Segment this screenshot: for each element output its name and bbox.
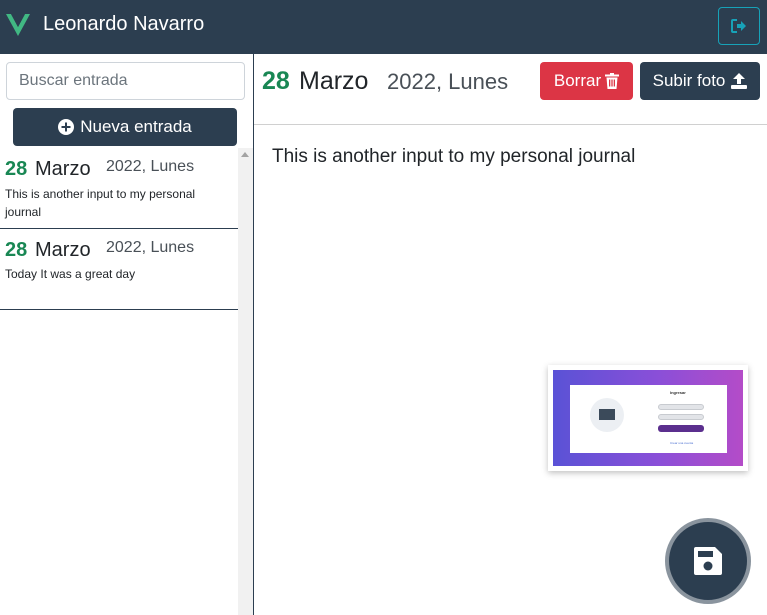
entry-textarea[interactable]: This is another input to my personal jou…: [272, 146, 752, 396]
image-monitor: [599, 409, 615, 420]
image-link: Crear una cuenta: [670, 441, 694, 445]
scrollbar[interactable]: [238, 148, 253, 615]
entry-list: 28 Marzo 2022, Lunes This is another inp…: [0, 148, 238, 615]
entry-header: 28 Marzo 2022, Lunes Borrar Subir foto: [254, 54, 767, 125]
entry-image: Ingresar Crear una cuenta: [548, 365, 748, 471]
search-input[interactable]: [6, 62, 245, 100]
entry-view: 28 Marzo 2022, Lunes Borrar Subir foto T…: [254, 54, 767, 615]
navbar: Leonardo Navarro: [0, 0, 767, 54]
delete-button[interactable]: Borrar: [540, 62, 633, 100]
scroll-up-arrow-icon[interactable]: [241, 152, 249, 157]
entry-day: 28: [5, 239, 28, 261]
vue-logo-icon: [6, 14, 30, 36]
entry-month: Marzo: [299, 67, 369, 95]
entry-day: 28: [5, 158, 28, 180]
entry-preview: This is another input to my personal jou…: [5, 187, 196, 219]
entry-year-weekday: 2022, Lunes: [106, 158, 195, 175]
upload-icon: [731, 73, 748, 89]
upload-label: Subir foto: [652, 71, 726, 90]
entry-month: Marzo: [35, 239, 91, 261]
new-entry-button[interactable]: Nueva entrada: [13, 108, 237, 146]
user-name: Leonardo Navarro: [43, 13, 205, 35]
entry-image-content: Ingresar Crear una cuenta: [553, 370, 743, 466]
image-title: Ingresar: [670, 390, 686, 395]
logout-button[interactable]: [718, 7, 760, 45]
trash-icon: [605, 73, 620, 89]
list-item[interactable]: 28 Marzo 2022, Lunes Today It was a grea…: [0, 229, 238, 310]
entry-day: 28: [262, 67, 290, 95]
image-login-button: [658, 425, 704, 432]
upload-photo-button[interactable]: Subir foto: [640, 62, 760, 100]
list-item[interactable]: 28 Marzo 2022, Lunes This is another inp…: [0, 148, 238, 229]
image-input-line: [658, 414, 704, 420]
floppy-disk-icon: [694, 547, 722, 575]
entry-preview: Today It was a great day: [5, 267, 136, 281]
sign-out-icon: [731, 19, 746, 33]
new-entry-label: Nueva entrada: [80, 117, 192, 136]
delete-label: Borrar: [553, 71, 602, 90]
entry-month: Marzo: [35, 158, 91, 180]
entry-year-weekday: 2022, Lunes: [387, 69, 509, 94]
save-button[interactable]: [665, 518, 751, 604]
image-input-line: [658, 404, 704, 410]
sidebar: Nueva entrada 28 Marzo 2022, Lunes This …: [0, 54, 254, 615]
entry-year-weekday: 2022, Lunes: [106, 239, 195, 256]
plus-circle-icon: [58, 119, 75, 135]
image-login-card: Ingresar Crear una cuenta: [570, 385, 727, 453]
